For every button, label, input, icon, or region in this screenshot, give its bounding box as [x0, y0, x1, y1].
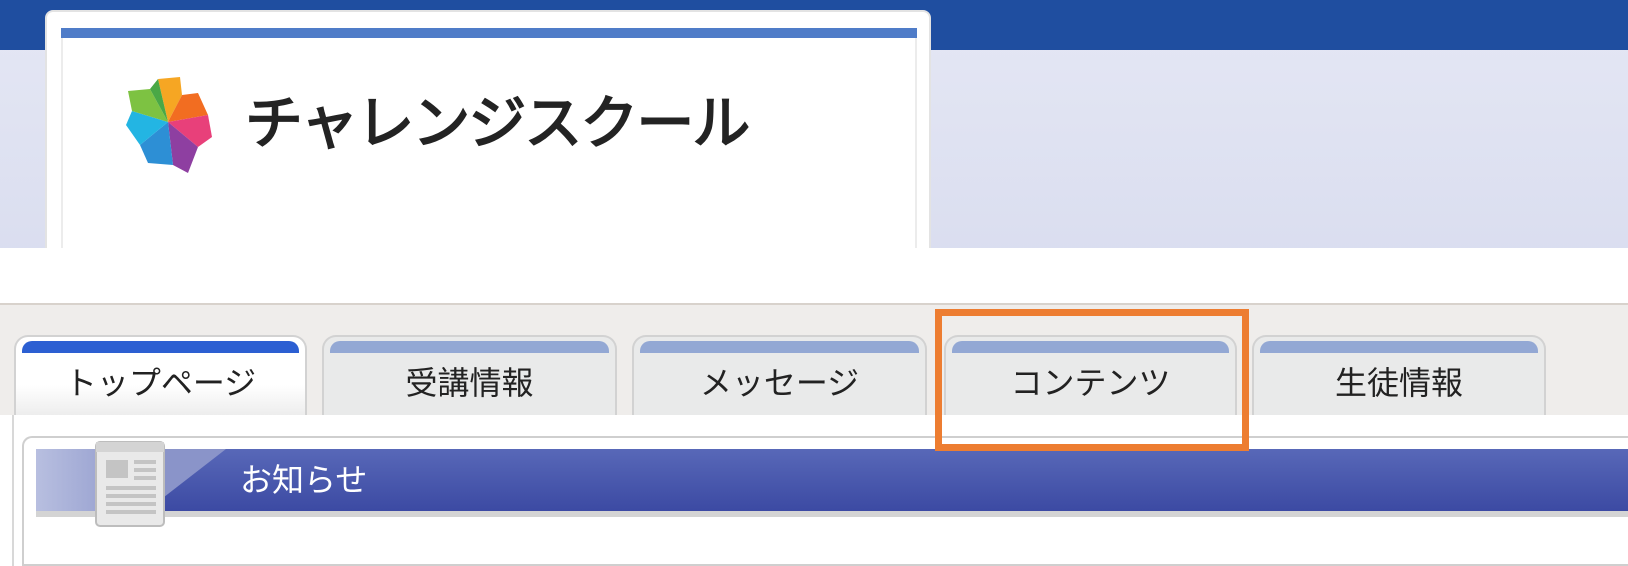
logo-card-stripe — [61, 28, 917, 38]
tab-label: コンテンツ — [1010, 364, 1171, 402]
tab-student-info[interactable]: 生徒情報 — [1252, 335, 1546, 417]
notice-title: お知らせ — [240, 461, 368, 499]
tab-strip — [952, 341, 1229, 353]
tab-label: 受講情報 — [405, 364, 534, 402]
tab-strip — [22, 341, 299, 353]
tab-contents[interactable]: コンテンツ — [944, 335, 1237, 417]
notice-header-shadow — [36, 511, 1628, 517]
tab-messages[interactable]: メッセージ — [632, 335, 927, 417]
tab-strip — [1260, 341, 1538, 353]
document-icon — [95, 441, 165, 527]
tab-course-info[interactable]: 受講情報 — [322, 335, 617, 417]
tab-label: トップページ — [64, 364, 257, 402]
logo-text: チャレンジスクール — [245, 89, 750, 157]
tab-strip — [640, 341, 919, 353]
tab-label: メッセージ — [699, 364, 860, 402]
tab-strip — [330, 341, 609, 353]
tab-label: 生徒情報 — [1334, 364, 1463, 402]
logo-pinwheel-icon — [126, 77, 212, 173]
tab-top-page[interactable]: トップページ — [14, 335, 307, 417]
